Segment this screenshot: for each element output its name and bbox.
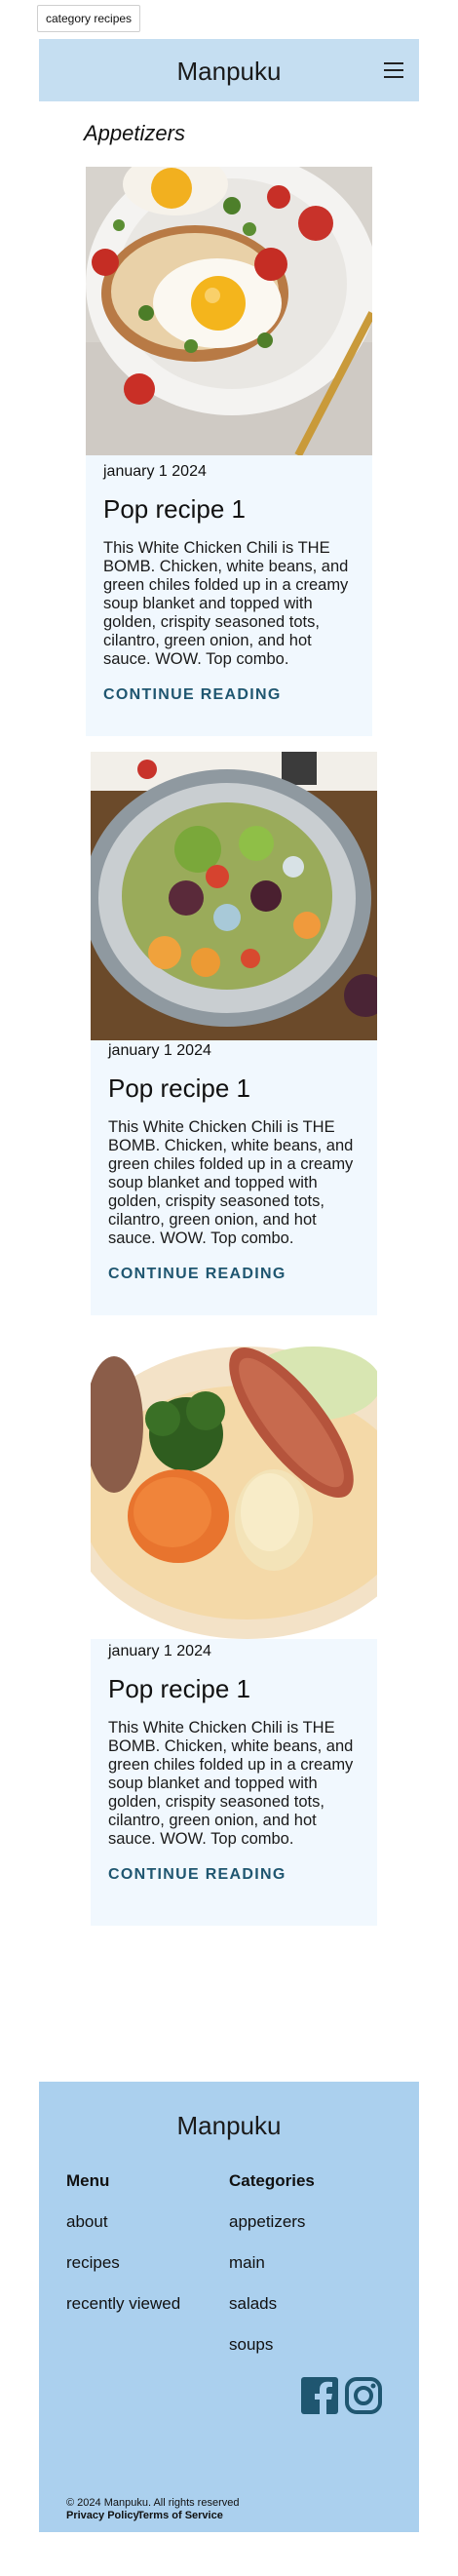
site-header: Manpuku [39, 39, 419, 101]
post-date: january 1 2024 [103, 463, 207, 480]
copyright-text: © 2024 Manpuku. All rights reserved [66, 2497, 240, 2509]
footer-link-soups[interactable]: soups [229, 2335, 273, 2355]
footer-menu-heading: Menu [66, 2171, 110, 2190]
post-date: january 1 2024 [108, 1042, 211, 1059]
terms-of-service-link[interactable]: Terms of Service [137, 2510, 223, 2521]
continue-reading-link[interactable]: CONTINUE READING [108, 1866, 286, 1884]
footer-link-about[interactable]: about [66, 2212, 108, 2232]
recipe-photo-salad[interactable] [91, 752, 377, 1040]
footer-link-salads[interactable]: salads [229, 2294, 277, 2314]
site-footer: Manpuku Menu about recipes recently view… [39, 2082, 419, 2532]
section-title: Appetizers [84, 121, 185, 145]
instagram-icon[interactable] [344, 2376, 383, 2415]
hamburger-menu-icon[interactable] [384, 62, 403, 78]
post-date: january 1 2024 [108, 1643, 211, 1659]
post-title[interactable]: Pop recipe 1 [103, 494, 246, 525]
continue-reading-link[interactable]: CONTINUE READING [103, 686, 282, 704]
browser-tab[interactable]: category recipes [37, 5, 141, 32]
continue-reading-link[interactable]: CONTINUE READING [108, 1266, 286, 1283]
footer-categories-heading: Categories [229, 2171, 315, 2190]
footer-brand[interactable]: Manpuku [39, 2111, 419, 2141]
footer-link-recipes[interactable]: recipes [66, 2253, 120, 2273]
recipe-card: january 1 2024 Pop recipe 1 This White C… [91, 752, 377, 1315]
post-excerpt: This White Chicken Chili is THE BOMB. Ch… [108, 1118, 354, 1247]
post-title[interactable]: Pop recipe 1 [108, 1073, 250, 1104]
facebook-icon[interactable] [300, 2376, 339, 2415]
footer-link-recently-viewed[interactable]: recently viewed [66, 2294, 180, 2314]
privacy-policy-link[interactable]: Privacy Policy [66, 2510, 139, 2521]
recipe-photo-eggs-toast[interactable] [86, 167, 372, 455]
recipe-card: january 1 2024 Pop recipe 1 This White C… [86, 167, 372, 736]
post-excerpt: This White Chicken Chili is THE BOMB. Ch… [103, 539, 349, 668]
post-excerpt: This White Chicken Chili is THE BOMB. Ch… [108, 1719, 354, 1848]
footer-link-main[interactable]: main [229, 2253, 265, 2273]
footer-link-appetizers[interactable]: appetizers [229, 2212, 305, 2232]
post-title[interactable]: Pop recipe 1 [108, 1674, 250, 1704]
recipe-photo-soup[interactable] [91, 1347, 377, 1639]
site-brand[interactable]: Manpuku [39, 57, 419, 87]
recipe-card: january 1 2024 Pop recipe 1 This White C… [91, 1347, 377, 1926]
